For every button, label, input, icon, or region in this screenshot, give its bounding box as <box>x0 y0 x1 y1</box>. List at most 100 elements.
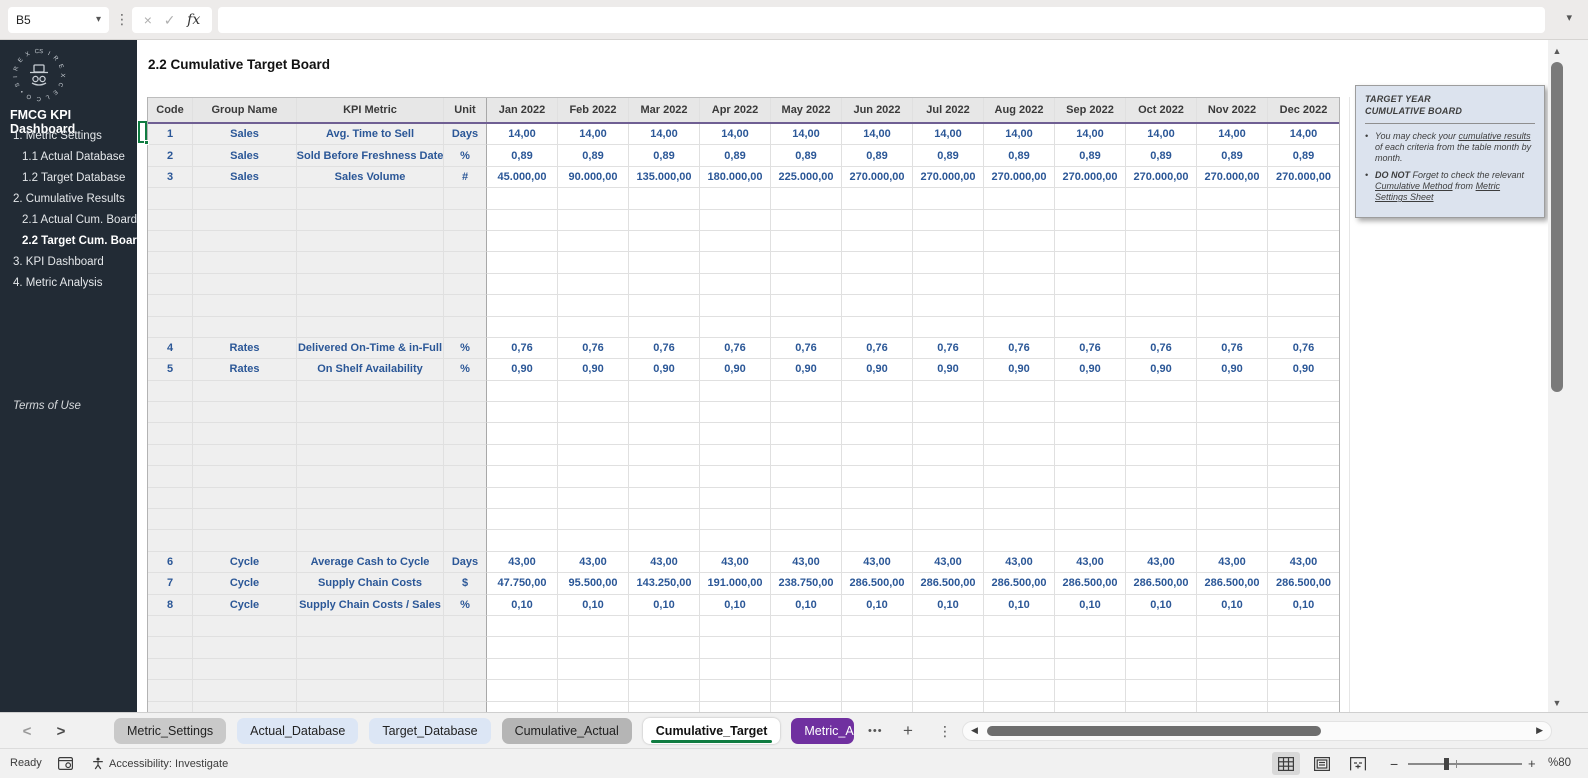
cell[interactable] <box>700 295 771 317</box>
cell[interactable] <box>913 273 984 296</box>
cell[interactable]: 0,89 <box>1055 145 1126 167</box>
cell[interactable]: Days <box>444 124 487 146</box>
cell[interactable] <box>1126 680 1197 702</box>
cell[interactable] <box>297 188 444 210</box>
cell[interactable] <box>771 252 842 274</box>
cell[interactable] <box>444 444 487 467</box>
cell[interactable]: % <box>444 594 487 616</box>
cell[interactable]: 43,00 <box>984 551 1055 574</box>
cell[interactable] <box>700 316 771 338</box>
cell[interactable]: 0,89 <box>1268 145 1339 167</box>
cell[interactable] <box>984 615 1055 638</box>
cell[interactable] <box>193 316 297 338</box>
cell[interactable] <box>297 615 444 638</box>
cell[interactable]: 43,00 <box>700 551 771 574</box>
cell[interactable]: 0,89 <box>629 145 700 167</box>
cell[interactable] <box>842 509 913 531</box>
cell[interactable] <box>558 402 629 424</box>
cell[interactable]: 5 <box>148 359 193 381</box>
cell[interactable] <box>842 615 913 638</box>
cell[interactable] <box>193 188 297 210</box>
cell[interactable]: 0,10 <box>558 594 629 616</box>
cell[interactable] <box>1126 209 1197 231</box>
cell[interactable] <box>558 380 629 403</box>
cell[interactable] <box>1197 423 1268 445</box>
cell[interactable]: 270.000,00 <box>1268 167 1339 189</box>
cell[interactable] <box>1197 209 1268 231</box>
cell[interactable] <box>297 530 444 552</box>
cell[interactable]: 0,89 <box>558 145 629 167</box>
cell[interactable] <box>629 402 700 424</box>
cell[interactable] <box>913 530 984 552</box>
cell[interactable] <box>771 402 842 424</box>
cell[interactable] <box>913 444 984 467</box>
cell[interactable]: 0,89 <box>984 145 1055 167</box>
vertical-scrollbar[interactable]: ▲ ▼ <box>1548 40 1588 712</box>
enter-icon[interactable]: ✓ <box>164 13 176 27</box>
cell[interactable]: 0,10 <box>771 594 842 616</box>
name-box[interactable]: B5 ▾ <box>8 7 109 33</box>
cell[interactable]: 14,00 <box>1126 124 1197 146</box>
cell[interactable] <box>487 509 558 531</box>
cell[interactable]: 135.000,00 <box>629 166 700 189</box>
cell[interactable] <box>558 658 629 681</box>
more-tabs-button[interactable]: ••• <box>868 718 883 744</box>
cell[interactable] <box>193 423 297 445</box>
cell[interactable] <box>1055 252 1126 274</box>
cell[interactable] <box>444 487 487 510</box>
cell[interactable] <box>1126 487 1197 510</box>
cell[interactable] <box>984 423 1055 445</box>
cell[interactable]: 2 <box>148 145 193 167</box>
cell[interactable] <box>297 444 444 467</box>
cell[interactable] <box>193 658 297 681</box>
cell[interactable]: 0,76 <box>629 337 700 360</box>
cell[interactable] <box>984 295 1055 317</box>
cell[interactable] <box>913 209 984 231</box>
cell[interactable] <box>1197 252 1268 274</box>
cell[interactable]: 43,00 <box>629 551 700 574</box>
cell[interactable]: 0,10 <box>700 594 771 616</box>
cell[interactable] <box>700 466 771 488</box>
cell[interactable] <box>558 230 629 253</box>
cell[interactable] <box>1268 702 1339 712</box>
status-ready[interactable]: Ready <box>10 757 42 769</box>
cell[interactable]: On Shelf Availability <box>297 359 444 381</box>
cell[interactable] <box>913 380 984 403</box>
cell[interactable] <box>297 680 444 702</box>
cell[interactable]: 43,00 <box>1268 552 1339 574</box>
cell[interactable] <box>444 615 487 638</box>
cell[interactable] <box>1055 658 1126 681</box>
view-normal-button[interactable] <box>1272 752 1300 775</box>
cell[interactable] <box>297 701 444 712</box>
cell[interactable] <box>558 530 629 552</box>
cell[interactable]: 238.750,00 <box>771 573 842 595</box>
cell[interactable]: Avg. Time to Sell <box>297 124 444 146</box>
cell[interactable]: 270.000,00 <box>1197 166 1268 189</box>
cell[interactable] <box>444 658 487 681</box>
cell[interactable] <box>842 701 913 712</box>
cell[interactable] <box>193 487 297 510</box>
cell[interactable] <box>771 680 842 702</box>
view-page-layout-button[interactable] <box>1308 752 1336 775</box>
cell[interactable] <box>1197 444 1268 467</box>
cell[interactable] <box>771 295 842 317</box>
cell[interactable] <box>487 680 558 702</box>
cell[interactable]: 0,10 <box>629 594 700 616</box>
cell[interactable] <box>193 252 297 274</box>
cell[interactable] <box>842 188 913 210</box>
cell[interactable]: Rates <box>193 359 297 381</box>
cell[interactable] <box>148 423 193 445</box>
cell[interactable] <box>1268 637 1339 659</box>
cell[interactable] <box>842 230 913 253</box>
cell[interactable] <box>984 209 1055 231</box>
cell[interactable]: 90.000,00 <box>558 166 629 189</box>
cell[interactable]: 0,90 <box>1268 359 1339 381</box>
cell[interactable] <box>629 658 700 681</box>
cell[interactable] <box>148 402 193 424</box>
cell[interactable] <box>984 680 1055 702</box>
cell[interactable] <box>487 380 558 403</box>
cell[interactable] <box>444 423 487 445</box>
cell[interactable] <box>913 402 984 424</box>
cell[interactable]: 0,90 <box>1126 359 1197 381</box>
sidebar-item[interactable]: 2. Cumulative Results <box>0 189 137 210</box>
